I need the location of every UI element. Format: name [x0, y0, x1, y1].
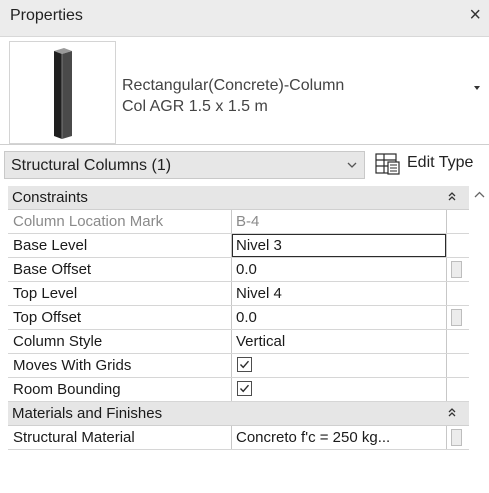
- scroll-up-icon[interactable]: [474, 191, 485, 199]
- row-button-cell: [446, 330, 469, 353]
- close-icon[interactable]: ×: [469, 4, 481, 27]
- row-button-cell: [446, 234, 469, 257]
- concrete-column-icon: [54, 48, 72, 139]
- property-row-base-level[interactable]: Base Level Nivel 3: [8, 234, 469, 258]
- row-button-cell: [446, 378, 469, 401]
- top-level-dropdown[interactable]: Nivel 4: [232, 282, 446, 305]
- collapse-icon[interactable]: [446, 191, 458, 203]
- type-preview-image: [9, 41, 116, 144]
- row-button-cell: [446, 258, 469, 281]
- room-bounding-checkbox[interactable]: [237, 381, 252, 396]
- dropdown-arrow-icon[interactable]: [469, 77, 485, 97]
- property-name: Base Offset: [8, 258, 232, 281]
- vertical-scrollbar[interactable]: [470, 186, 489, 490]
- section-constraints[interactable]: Constraints: [8, 186, 469, 210]
- associate-parameter-button[interactable]: [451, 309, 462, 326]
- title-bar: Properties ×: [0, 0, 489, 36]
- row-button-cell: [446, 210, 469, 233]
- edit-type-button[interactable]: Edit Type: [374, 150, 486, 178]
- associate-parameter-button[interactable]: [451, 261, 462, 278]
- base-offset-field[interactable]: 0.0: [232, 258, 446, 281]
- edit-type-icon: [375, 153, 400, 175]
- collapse-icon[interactable]: [446, 407, 458, 419]
- property-name: Room Bounding: [8, 378, 232, 401]
- checkmark-icon: [239, 384, 250, 393]
- column-style-dropdown[interactable]: Vertical: [232, 330, 446, 353]
- category-filter-value: Structural Columns (1): [11, 157, 172, 174]
- property-value: [232, 354, 446, 377]
- property-row-room-bounding[interactable]: Room Bounding: [8, 378, 469, 402]
- property-name: Column Style: [8, 330, 232, 353]
- section-materials-and-finishes[interactable]: Materials and Finishes: [8, 402, 469, 426]
- section-label: Constraints: [12, 189, 88, 206]
- row-button-cell: [446, 306, 469, 329]
- type-selector[interactable]: Rectangular(Concrete)-Column Col AGR 1.5…: [0, 36, 489, 145]
- moves-with-grids-checkbox[interactable]: [237, 357, 252, 372]
- property-row-moves-with-grids[interactable]: Moves With Grids: [8, 354, 469, 378]
- property-name: Moves With Grids: [8, 354, 232, 377]
- property-row-top-level[interactable]: Top Level Nivel 4: [8, 282, 469, 306]
- row-button-cell: [446, 426, 469, 449]
- property-grid: Constraints Column Location Mark B-4 Bas…: [8, 186, 469, 490]
- property-value: B-4: [236, 213, 260, 230]
- row-button-cell: [446, 282, 469, 305]
- row-button-cell: [446, 354, 469, 377]
- checkmark-icon: [239, 360, 250, 369]
- category-filter-dropdown[interactable]: Structural Columns (1): [4, 151, 365, 179]
- associate-parameter-button[interactable]: [451, 429, 462, 446]
- section-label: Materials and Finishes: [12, 405, 163, 422]
- property-name: Base Level: [8, 234, 232, 257]
- properties-panel: Properties × Rectangular(Concrete)-Colum…: [0, 0, 489, 493]
- chevron-down-icon: [347, 162, 357, 168]
- edit-type-label: Edit Type: [407, 154, 474, 171]
- property-row-structural-material[interactable]: Structural Material Concreto f'c = 250 k…: [8, 426, 469, 450]
- top-offset-field[interactable]: 0.0: [232, 306, 446, 329]
- property-row-column-location-mark: Column Location Mark B-4: [8, 210, 469, 234]
- property-name: Top Offset: [8, 306, 232, 329]
- property-name: Column Location Mark: [8, 210, 232, 233]
- property-name: Top Level: [8, 282, 232, 305]
- property-value: [232, 378, 446, 401]
- type-family-name: Rectangular(Concrete)-Column: [122, 77, 345, 94]
- property-row-column-style[interactable]: Column Style Vertical: [8, 330, 469, 354]
- property-name: Structural Material: [8, 426, 232, 449]
- property-row-base-offset[interactable]: Base Offset 0.0: [8, 258, 469, 282]
- instance-filter-row: Structural Columns (1) Edit Type: [0, 144, 489, 182]
- base-level-dropdown[interactable]: Nivel 3: [232, 234, 446, 257]
- structural-material-field[interactable]: Concreto f'c = 250 kg...: [232, 426, 446, 449]
- property-row-top-offset[interactable]: Top Offset 0.0: [8, 306, 469, 330]
- type-name: Col AGR 1.5 x 1.5 m: [122, 98, 268, 115]
- panel-title: Properties: [10, 7, 83, 24]
